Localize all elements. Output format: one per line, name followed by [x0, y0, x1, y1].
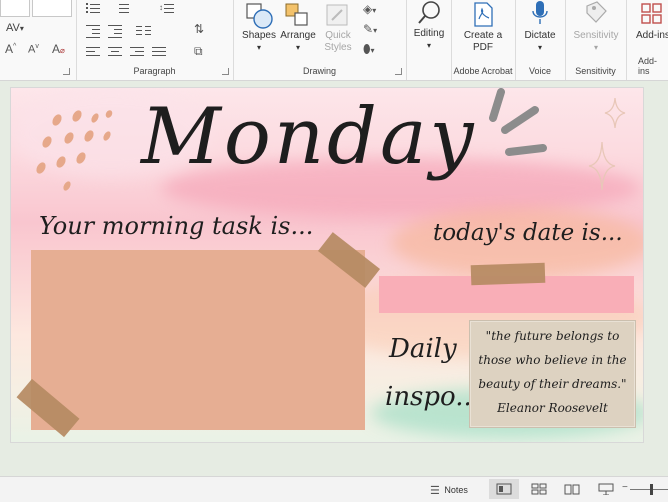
shape-effects-icon[interactable]: ⬮▾ — [363, 42, 375, 57]
inspo-heading-line1[interactable]: Daily — [389, 334, 457, 364]
shape-outline-icon[interactable]: ✎▾ — [363, 22, 377, 36]
quote-line: beauty of their dreams." — [478, 377, 627, 391]
quick-styles-label: Quick Styles — [324, 30, 352, 53]
create-pdf-button[interactable]: Create a PDF — [455, 0, 511, 62]
slide-canvas[interactable]: Monday Your morning task is... today's d… — [10, 87, 644, 443]
shapes-button[interactable]: Shapes ▾ — [239, 0, 279, 62]
quick-styles-icon — [326, 4, 348, 26]
increase-indent-icon[interactable] — [108, 24, 122, 39]
sensitivity-button[interactable]: Sensitivity ▾ — [567, 0, 625, 62]
dictate-button[interactable]: Dictate ▾ — [517, 0, 563, 62]
slide-title[interactable]: Monday — [141, 92, 477, 182]
inspo-heading-line2[interactable]: inspo... — [385, 382, 480, 412]
search-icon — [418, 1, 440, 24]
drawing-group-label: Drawing — [302, 66, 336, 76]
status-bar: ☰ Notes − — [0, 476, 668, 502]
zoom-out-icon[interactable]: − — [622, 482, 628, 493]
font-size-box[interactable] — [32, 0, 72, 17]
sensitivity-group-label: Sensitivity — [575, 66, 616, 76]
sensitivity-button-label: Sensitivity — [573, 30, 619, 41]
acrobat-group-label: Adobe Acrobat — [453, 66, 513, 76]
font-group: AV▾ A^ Av A⌀ — [0, 0, 77, 80]
columns-icon[interactable] — [136, 24, 152, 36]
line-spacing-icon[interactable]: ↕ — [158, 2, 176, 14]
quote-line: "the future belongs to — [485, 329, 620, 343]
drawing-dialog-launcher[interactable] — [395, 68, 402, 75]
sensitivity-dropdown-icon: ▾ — [593, 43, 598, 52]
accent-strokes — [489, 88, 547, 156]
justify-icon[interactable] — [152, 46, 166, 58]
addins-button[interactable]: Add-ins — [630, 0, 668, 62]
arrange-dropdown-icon: ▾ — [295, 43, 300, 52]
editing-group: Editing ▾ — [406, 0, 452, 80]
font-dialog-launcher[interactable] — [63, 68, 70, 75]
decrease-indent-icon[interactable] — [86, 24, 100, 39]
addins-button-label: Add-ins — [636, 30, 668, 41]
paragraph-dialog-launcher[interactable] — [222, 68, 229, 75]
quick-styles-button[interactable]: Quick Styles — [319, 0, 357, 62]
date-heading[interactable]: today's date is... — [433, 220, 623, 246]
arrange-label: Arrange — [280, 30, 316, 41]
paragraph-group: ↕ ⇅ ⧉ Paragraph — [76, 0, 234, 80]
slideshow-icon[interactable] — [598, 483, 614, 495]
increase-font-icon[interactable]: A^ — [5, 42, 16, 56]
slide-sorter-icon[interactable] — [531, 483, 547, 495]
sparkle-icon — [588, 141, 616, 191]
decorative-dots — [36, 110, 113, 191]
shapes-dropdown-icon: ▾ — [256, 43, 261, 52]
decrease-font-icon[interactable]: Av — [28, 43, 39, 56]
bullets-icon[interactable] — [86, 2, 100, 14]
character-spacing-icon[interactable]: AV▾ — [6, 22, 24, 34]
quote-line: those who believe in the — [478, 353, 627, 367]
ribbon: AV▾ A^ Av A⌀ ↕ ⇅ ⧉ Paragraph Shapes ▾ Ar… — [0, 0, 668, 81]
font-size-dropdown[interactable] — [0, 0, 30, 17]
editing-button[interactable]: Editing ▾ — [408, 0, 450, 62]
notes-label: Notes — [444, 485, 468, 495]
dictate-dropdown-icon: ▾ — [537, 43, 542, 52]
addins-grid-icon — [641, 3, 662, 24]
normal-view-icon — [496, 483, 512, 495]
drawing-group: Shapes ▾ Arrange ▾ Quick Styles ◈▾ ✎▾ ⬮▾… — [233, 0, 407, 80]
dictate-label: Dictate — [524, 30, 556, 41]
clear-formatting-icon[interactable]: A⌀ — [52, 42, 65, 56]
sensitivity-group: Sensitivity ▾ Sensitivity — [565, 0, 627, 80]
shapes-label: Shapes — [242, 30, 276, 41]
quote-card[interactable]: "the future belongs to those who believe… — [469, 320, 636, 428]
zoom-slider[interactable]: − — [622, 482, 668, 495]
text-direction-icon[interactable]: ⇅ — [194, 22, 204, 36]
shapes-icon — [246, 3, 273, 29]
align-right-icon[interactable] — [130, 46, 144, 58]
microphone-icon — [532, 1, 548, 24]
paragraph-group-label: Paragraph — [133, 66, 176, 76]
addins-group-label: Add-ins — [638, 56, 658, 76]
task-box[interactable] — [31, 250, 365, 430]
pdf-icon — [474, 2, 493, 27]
zoom-thumb[interactable] — [650, 484, 653, 495]
voice-group: Dictate ▾ Voice — [515, 0, 566, 80]
sparkle-icon — [604, 97, 626, 129]
addins-group: Add-ins Add-ins — [626, 0, 668, 80]
notes-button[interactable]: ☰ Notes — [430, 481, 468, 499]
quote-author: Eleanor Roosevelt — [497, 401, 608, 415]
acrobat-group: Create a PDF Adobe Acrobat — [451, 0, 516, 80]
task-heading[interactable]: Your morning task is... — [39, 212, 313, 240]
reading-view-icon[interactable] — [564, 483, 580, 495]
editing-label: Editing — [413, 28, 445, 39]
numbering-icon[interactable] — [114, 2, 130, 14]
align-center-icon[interactable] — [108, 46, 122, 58]
voice-group-label: Voice — [528, 66, 552, 76]
align-left-icon[interactable] — [86, 46, 100, 58]
normal-view-button[interactable] — [489, 479, 519, 499]
smartart-icon[interactable]: ⧉ — [194, 44, 203, 59]
arrange-button[interactable]: Arrange ▾ — [277, 0, 319, 62]
tape-decoration — [470, 262, 546, 286]
sensitivity-tag-icon — [586, 1, 607, 23]
arrange-icon — [285, 3, 308, 26]
notes-icon: ☰ — [430, 485, 440, 497]
editing-dropdown-icon: ▾ — [426, 41, 431, 50]
shape-fill-icon[interactable]: ◈▾ — [363, 2, 376, 16]
create-pdf-label: Create a PDF — [463, 30, 503, 53]
